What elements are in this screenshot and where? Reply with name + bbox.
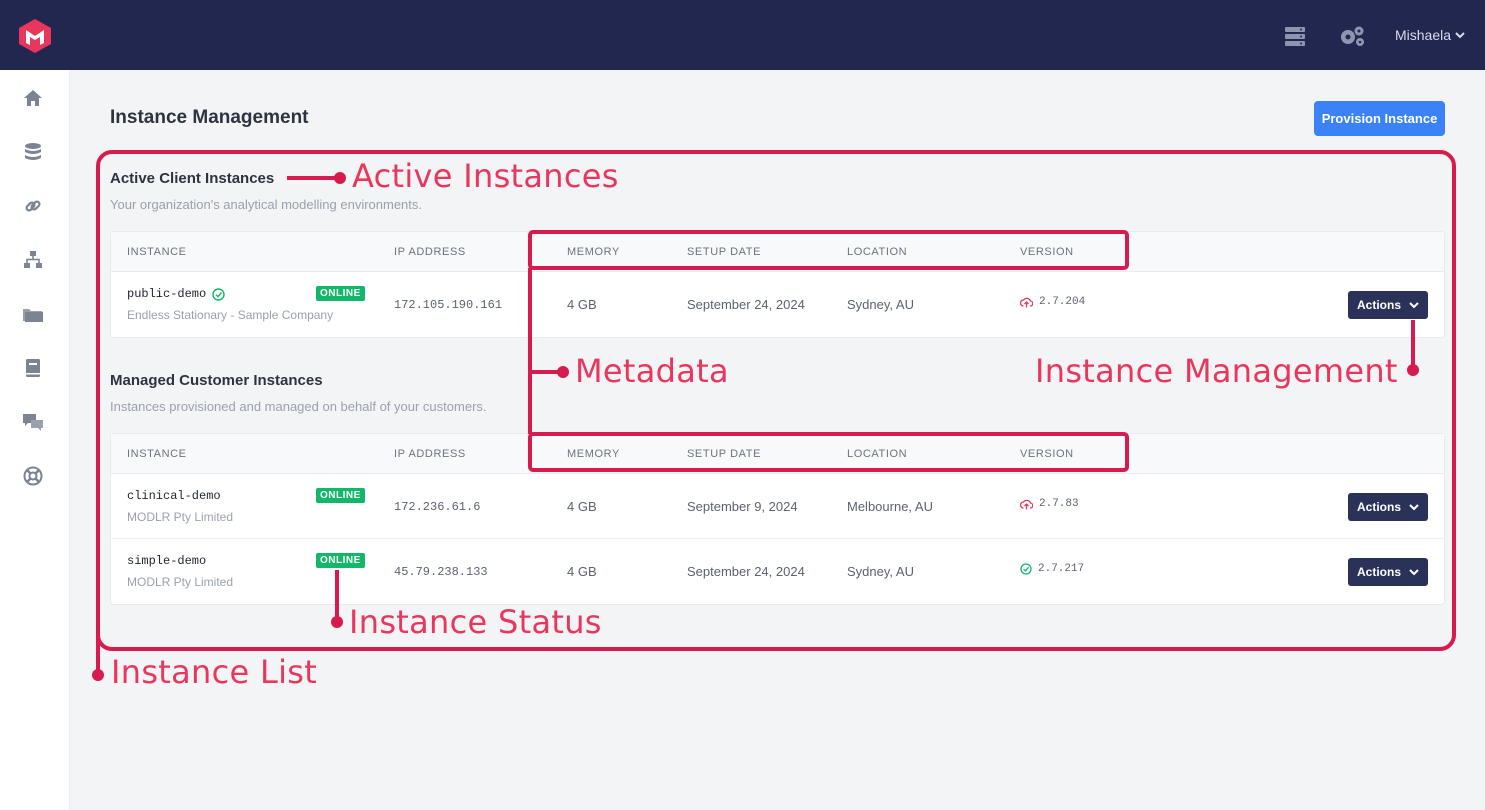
location: Sydney, AU <box>847 297 914 312</box>
active-section-subtitle: Your organization's analytical modelling… <box>110 197 423 212</box>
instance-name-cell: public-demo <box>127 287 225 301</box>
status-badge: ONLINE <box>316 553 365 568</box>
instance-name: clinical-demo <box>127 489 221 503</box>
setup-date: September 24, 2024 <box>687 564 805 579</box>
col-ip-address: IP ADDRESS <box>394 448 466 460</box>
col-location: LOCATION <box>847 448 908 460</box>
home-icon[interactable] <box>22 87 44 109</box>
setup-date: September 24, 2024 <box>687 297 805 312</box>
col-memory: MEMORY <box>567 448 620 460</box>
network-icon[interactable] <box>22 249 44 271</box>
setup-date: September 9, 2024 <box>687 499 798 514</box>
ip-address: 45.79.238.133 <box>394 565 488 579</box>
actions-label: Actions <box>1356 298 1401 312</box>
col-ip-address: IP ADDRESS <box>394 246 466 258</box>
col-location: LOCATION <box>847 246 908 258</box>
managed-section-title: Managed Customer Instances <box>110 372 323 389</box>
folder-icon[interactable] <box>22 303 44 325</box>
col-instance: INSTANCE <box>127 246 187 258</box>
table-row[interactable]: simple-demo MODLR Pty Limited ONLINE 45.… <box>111 539 1444 604</box>
instance-name: public-demo <box>127 287 207 301</box>
top-navbar: Mishaela <box>0 0 1485 70</box>
annotation-instance-status: Instance Status <box>349 603 602 641</box>
actions-button[interactable]: Actions <box>1348 493 1428 521</box>
support-icon[interactable] <box>22 465 44 487</box>
chevron-down-icon <box>1409 568 1419 575</box>
chevron-down-icon <box>1455 32 1465 39</box>
col-memory: MEMORY <box>567 246 620 258</box>
actions-label: Actions <box>1356 500 1401 514</box>
col-instance: INSTANCE <box>127 448 187 460</box>
col-version: VERSION <box>1020 246 1074 258</box>
active-instances-table: INSTANCE IP ADDRESS MEMORY SETUP DATE LO… <box>110 231 1445 338</box>
annotation-instance-management: Instance Management <box>1035 352 1398 390</box>
status-badge: ONLINE <box>316 488 365 503</box>
col-version: VERSION <box>1020 448 1074 460</box>
database-icon[interactable] <box>22 141 44 163</box>
instance-name-cell: clinical-demo <box>127 489 221 503</box>
memory: 4 GB <box>567 499 597 514</box>
version: 2.7.217 <box>1038 563 1085 575</box>
cloud-upload-icon <box>1020 499 1033 510</box>
verified-check-icon <box>212 287 225 301</box>
book-icon[interactable] <box>22 357 44 379</box>
version: 2.7.204 <box>1039 296 1086 308</box>
page-title: Instance Management <box>110 107 309 128</box>
memory: 4 GB <box>567 564 597 579</box>
memory: 4 GB <box>567 297 597 312</box>
status-badge: ONLINE <box>316 286 365 301</box>
managed-instances-table: INSTANCE IP ADDRESS MEMORY SETUP DATE LO… <box>110 433 1445 605</box>
location: Melbourne, AU <box>847 499 933 514</box>
version-cell: 2.7.83 <box>1020 498 1079 510</box>
sidebar <box>0 70 70 810</box>
table-header: INSTANCE IP ADDRESS MEMORY SETUP DATE LO… <box>111 434 1444 474</box>
gears-icon[interactable] <box>1338 24 1366 48</box>
modlr-logo-icon[interactable] <box>16 17 54 55</box>
col-setup-date: SETUP DATE <box>687 246 762 258</box>
chevron-down-icon <box>1409 503 1419 510</box>
chevron-down-icon <box>1409 301 1419 308</box>
instance-name-cell: simple-demo <box>127 554 206 568</box>
version-cell: 2.7.217 <box>1020 563 1084 575</box>
annotation-active-instances: Active Instances <box>352 157 619 195</box>
actions-button[interactable]: Actions <box>1348 558 1428 586</box>
col-setup-date: SETUP DATE <box>687 448 762 460</box>
user-name: Mishaela <box>1395 27 1452 43</box>
cloud-upload-icon <box>1020 297 1033 308</box>
ip-address: 172.105.190.161 <box>394 298 503 312</box>
table-header: INSTANCE IP ADDRESS MEMORY SETUP DATE LO… <box>111 232 1444 272</box>
table-row[interactable]: clinical-demo MODLR Pty Limited ONLINE 1… <box>111 474 1444 539</box>
check-circle-icon <box>1020 563 1032 575</box>
instance-company: Endless Stationary - Sample Company <box>127 308 334 322</box>
annotation-instance-list: Instance List <box>111 653 318 691</box>
active-section-title: Active Client Instances <box>110 170 275 187</box>
user-menu[interactable]: Mishaela <box>1395 27 1465 43</box>
version-cell: 2.7.204 <box>1020 296 1085 308</box>
link-icon[interactable] <box>22 195 44 217</box>
location: Sydney, AU <box>847 564 914 579</box>
version: 2.7.83 <box>1039 498 1079 510</box>
chat-icon[interactable] <box>22 411 44 433</box>
instance-company: MODLR Pty Limited <box>127 510 234 524</box>
annotation-metadata: Metadata <box>575 352 729 390</box>
instance-name: simple-demo <box>127 554 207 568</box>
ip-address: 172.236.61.6 <box>394 500 481 514</box>
table-row[interactable]: public-demo Endless Stationary - Sample … <box>111 272 1444 337</box>
actions-button[interactable]: Actions <box>1348 291 1428 319</box>
server-icon[interactable] <box>1283 24 1307 48</box>
provision-instance-button[interactable]: Provision Instance <box>1314 101 1445 136</box>
instance-company: MODLR Pty Limited <box>127 575 234 589</box>
managed-section-subtitle: Instances provisioned and managed on beh… <box>110 399 487 414</box>
actions-label: Actions <box>1356 565 1401 579</box>
